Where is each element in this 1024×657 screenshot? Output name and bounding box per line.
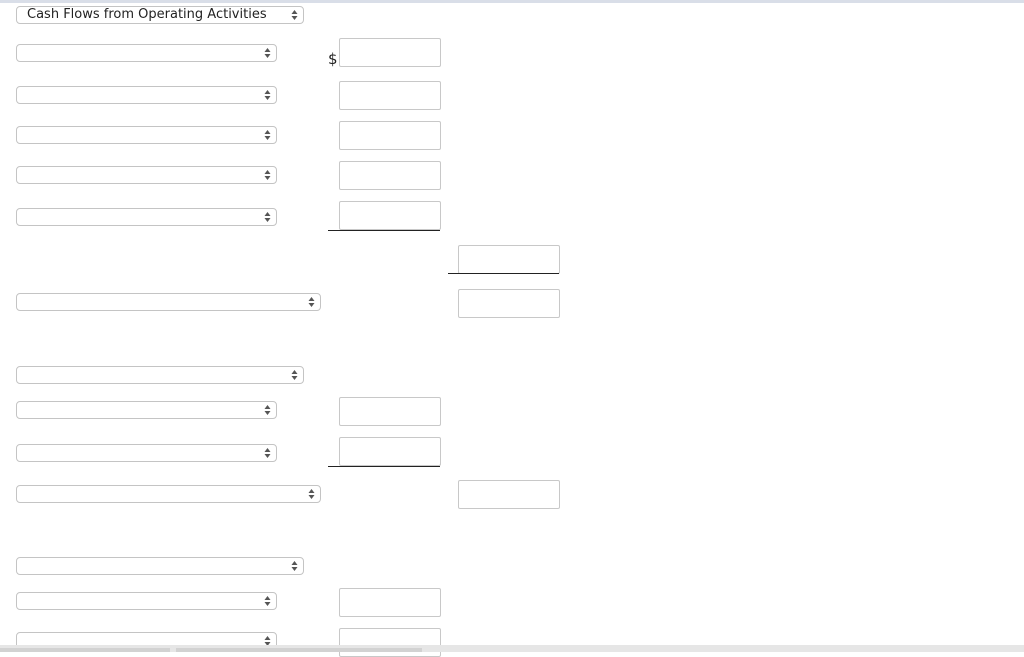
- section-select-value: Cash Flows from Operating Activities: [27, 7, 267, 22]
- up-down-arrows-icon: [264, 48, 271, 58]
- line-item-select[interactable]: [16, 44, 277, 62]
- amount-input[interactable]: [339, 437, 441, 466]
- line-item-select[interactable]: [16, 444, 277, 462]
- line-item-select[interactable]: [16, 401, 277, 419]
- amount-input[interactable]: [339, 161, 441, 190]
- amount-input[interactable]: [339, 588, 441, 617]
- subtotal-underline: [328, 230, 440, 231]
- line-item-select[interactable]: [16, 592, 277, 610]
- up-down-arrows-icon: [308, 489, 315, 499]
- subtotal-underline: [328, 466, 440, 467]
- up-down-arrows-icon: [264, 596, 271, 606]
- up-down-arrows-icon: [291, 10, 298, 20]
- amount-input[interactable]: [339, 121, 441, 150]
- amount-input[interactable]: [339, 397, 441, 426]
- up-down-arrows-icon: [291, 561, 298, 571]
- amount-input[interactable]: [339, 201, 441, 230]
- up-down-arrows-icon: [291, 370, 298, 380]
- total-label-select[interactable]: [16, 485, 321, 503]
- top-border: [0, 0, 1024, 3]
- total-input[interactable]: [458, 480, 560, 509]
- dollar-sign: $: [328, 50, 338, 68]
- scrollbar-segment[interactable]: [0, 648, 170, 652]
- total-input[interactable]: [458, 289, 560, 318]
- amount-input[interactable]: [339, 81, 441, 110]
- up-down-arrows-icon: [308, 297, 315, 307]
- line-item-select[interactable]: [16, 208, 277, 226]
- scrollbar-segment[interactable]: [176, 648, 422, 652]
- up-down-arrows-icon: [264, 448, 271, 458]
- amount-input[interactable]: [339, 628, 441, 657]
- total-label-select[interactable]: [16, 293, 321, 311]
- up-down-arrows-icon: [264, 212, 271, 222]
- amount-input[interactable]: [339, 38, 441, 67]
- subtotal-input[interactable]: [458, 245, 560, 274]
- up-down-arrows-icon: [264, 405, 271, 415]
- line-item-select[interactable]: [16, 86, 277, 104]
- section-select[interactable]: Cash Flows from Operating Activities: [16, 6, 304, 24]
- line-item-select[interactable]: [16, 126, 277, 144]
- line-item-select[interactable]: [16, 166, 277, 184]
- up-down-arrows-icon: [264, 90, 271, 100]
- section-select[interactable]: [16, 366, 304, 384]
- section-select[interactable]: [16, 557, 304, 575]
- up-down-arrows-icon: [264, 130, 271, 140]
- up-down-arrows-icon: [264, 170, 271, 180]
- total-underline: [448, 273, 559, 274]
